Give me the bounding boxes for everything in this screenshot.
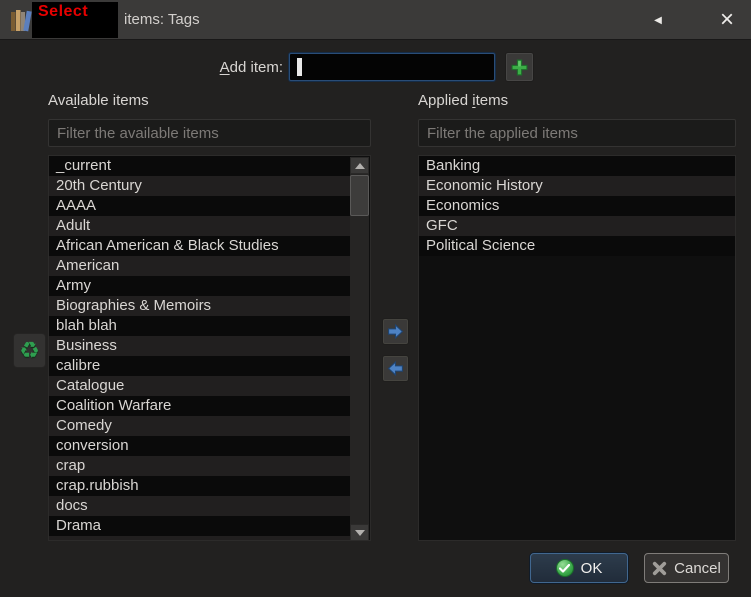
- applied-items-label: Applied items: [418, 92, 509, 109]
- list-item[interactable]: American: [49, 256, 351, 276]
- annotation-label: Select: [38, 3, 89, 20]
- arrow-left-icon: [387, 360, 403, 377]
- collapse-arrow-icon[interactable]: ◀: [644, 0, 672, 40]
- list-item[interactable]: Economics: [419, 196, 735, 216]
- x-icon: [652, 561, 667, 575]
- cancel-button-label: Cancel: [674, 559, 721, 577]
- triangle-up-icon: [354, 162, 365, 169]
- list-item[interactable]: calibre: [49, 356, 351, 376]
- title-bar: Select items: Tags ◀ ×: [0, 0, 751, 40]
- list-item[interactable]: Comedy: [49, 416, 351, 436]
- scrollbar-down-button[interactable]: [350, 524, 369, 540]
- select-items-dialog: Select items: Tags ◀ × Add item: Availab…: [0, 0, 751, 597]
- list-item[interactable]: African American & Black Studies: [49, 236, 351, 256]
- list-item[interactable]: docs: [49, 496, 351, 516]
- calibre-library-icon: [11, 10, 32, 32]
- list-item[interactable]: 20th Century: [49, 176, 351, 196]
- add-item-button[interactable]: [505, 52, 534, 82]
- delete-item-button[interactable]: ♻: [13, 333, 46, 368]
- ok-button[interactable]: OK: [530, 553, 628, 583]
- list-item[interactable]: Drama: [49, 516, 351, 536]
- check-icon: [555, 559, 574, 577]
- list-item[interactable]: Banking: [419, 156, 735, 176]
- apply-item-button[interactable]: [382, 318, 409, 345]
- scrollbar-thumb[interactable]: [350, 175, 369, 216]
- window-title: items: Tags: [124, 11, 200, 28]
- available-items-label: Available items: [48, 92, 149, 109]
- applied-filter-input[interactable]: [418, 119, 736, 147]
- list-item[interactable]: GFC: [419, 216, 735, 236]
- list-item[interactable]: Adult: [49, 216, 351, 236]
- available-items-list: _current 20th Century AAAA Adult African Ame…: [48, 155, 371, 541]
- arrow-right-icon: [388, 323, 404, 340]
- scrollbar-up-button[interactable]: [350, 157, 369, 174]
- text-cursor: [297, 58, 302, 76]
- list-item-partial[interactable]: [49, 536, 351, 540]
- list-item[interactable]: crap.rubbish: [49, 476, 351, 496]
- list-item[interactable]: Political Science: [419, 236, 735, 256]
- list-item[interactable]: Catalogue: [49, 376, 351, 396]
- applied-items-list: Banking Economic History Economics GFC Polit…: [418, 155, 736, 541]
- add-item-input-wrap: [289, 53, 495, 81]
- annotation-overlay: Select: [32, 2, 118, 38]
- list-item[interactable]: Biographies & Memoirs: [49, 296, 351, 316]
- list-item[interactable]: AAAA: [49, 196, 351, 216]
- list-item[interactable]: blah blah: [49, 316, 351, 336]
- ok-button-label: OK: [580, 559, 603, 577]
- unapply-item-button[interactable]: [382, 355, 409, 382]
- available-filter-input[interactable]: [48, 119, 371, 147]
- cancel-button[interactable]: Cancel: [644, 553, 729, 583]
- available-list-scrollbar[interactable]: [350, 157, 369, 540]
- plus-icon: [511, 59, 528, 75]
- list-item[interactable]: _current: [49, 156, 351, 176]
- list-item[interactable]: Army: [49, 276, 351, 296]
- add-item-input[interactable]: [290, 54, 494, 80]
- recycle-icon: ♻: [19, 337, 40, 363]
- list-item[interactable]: conversion: [49, 436, 351, 456]
- list-item[interactable]: Economic History: [419, 176, 735, 196]
- add-item-label: Add item:: [219, 59, 283, 76]
- list-item[interactable]: Business: [49, 336, 351, 356]
- close-icon[interactable]: ×: [710, 0, 744, 40]
- list-item[interactable]: crap: [49, 456, 351, 476]
- triangle-down-icon: [354, 529, 365, 536]
- list-item[interactable]: Coalition Warfare: [49, 396, 351, 416]
